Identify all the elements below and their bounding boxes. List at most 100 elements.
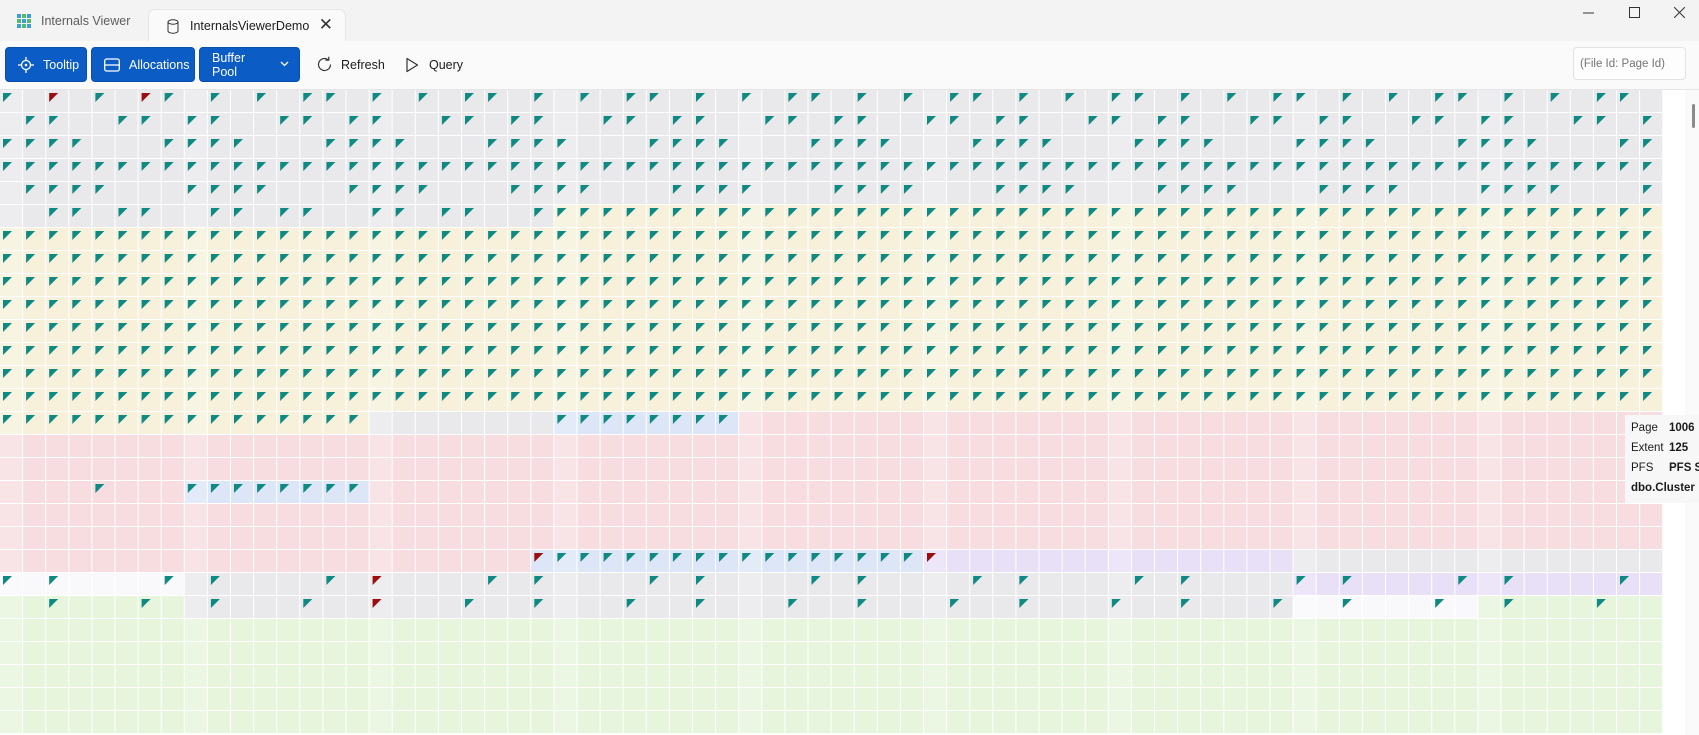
page-cell[interactable] <box>1640 688 1663 710</box>
page-cell[interactable] <box>1155 458 1178 480</box>
page-cell[interactable] <box>716 527 739 549</box>
page-cell[interactable] <box>1593 711 1616 733</box>
page-cell[interactable] <box>877 619 900 641</box>
page-cell[interactable] <box>415 205 438 227</box>
page-cell[interactable] <box>600 642 623 664</box>
page-cell[interactable] <box>1085 90 1108 112</box>
page-cell[interactable] <box>1293 642 1316 664</box>
page-cell[interactable] <box>1455 688 1478 710</box>
page-cell[interactable] <box>1547 665 1570 687</box>
page-cell[interactable] <box>1131 619 1154 641</box>
page-cell[interactable] <box>1108 665 1131 687</box>
page-cell[interactable] <box>300 504 323 526</box>
page-cell[interactable] <box>739 688 762 710</box>
page-cell[interactable] <box>438 435 461 457</box>
page-cell[interactable] <box>1640 550 1663 572</box>
page-grid[interactable] <box>0 90 1665 735</box>
page-cell[interactable] <box>716 573 739 595</box>
page-cell[interactable] <box>115 711 138 733</box>
page-cell[interactable] <box>184 435 207 457</box>
page-cell[interactable] <box>0 711 23 733</box>
page-cell[interactable] <box>1409 90 1432 112</box>
page-cell[interactable] <box>646 182 669 204</box>
page-cell[interactable] <box>947 458 970 480</box>
page-cell[interactable] <box>1478 435 1501 457</box>
page-cell[interactable] <box>1293 458 1316 480</box>
page-cell[interactable] <box>577 435 600 457</box>
page-cell[interactable] <box>1201 665 1224 687</box>
page-cell[interactable] <box>531 642 554 664</box>
page-cell[interactable] <box>1293 504 1316 526</box>
page-cell[interactable] <box>1640 619 1663 641</box>
page-cell[interactable] <box>23 711 46 733</box>
page-cell[interactable] <box>1270 136 1293 158</box>
page-cell[interactable] <box>392 113 415 135</box>
page-cell[interactable] <box>1409 435 1432 457</box>
page-cell[interactable] <box>623 527 646 549</box>
page-cell[interactable] <box>1201 481 1224 503</box>
page-cell[interactable] <box>1016 665 1039 687</box>
page-cell[interactable] <box>46 504 69 526</box>
page-cell[interactable] <box>1316 458 1339 480</box>
page-cell[interactable] <box>392 481 415 503</box>
allocation-map[interactable] <box>0 90 1699 735</box>
page-cell[interactable] <box>1178 504 1201 526</box>
page-cell[interactable] <box>669 596 692 618</box>
page-cell[interactable] <box>924 642 947 664</box>
page-cell[interactable] <box>1131 412 1154 434</box>
page-cell[interactable] <box>415 136 438 158</box>
page-cell[interactable] <box>1316 688 1339 710</box>
page-cell[interactable] <box>184 573 207 595</box>
page-cell[interactable] <box>1501 481 1524 503</box>
page-cell[interactable] <box>762 435 785 457</box>
page-cell[interactable] <box>254 527 277 549</box>
page-cell[interactable] <box>1640 596 1663 618</box>
page-cell[interactable] <box>1247 596 1270 618</box>
page-cell[interactable] <box>92 642 115 664</box>
page-cell[interactable] <box>300 550 323 572</box>
page-cell[interactable] <box>600 527 623 549</box>
page-cell[interactable] <box>346 642 369 664</box>
page-cell[interactable] <box>554 619 577 641</box>
page-cell[interactable] <box>1270 481 1293 503</box>
page-cell[interactable] <box>1178 688 1201 710</box>
page-cell[interactable] <box>69 481 92 503</box>
page-cell[interactable] <box>623 435 646 457</box>
page-cell[interactable] <box>693 504 716 526</box>
page-cell[interactable] <box>92 711 115 733</box>
page-cell[interactable] <box>69 688 92 710</box>
page-cell[interactable] <box>23 665 46 687</box>
page-cell[interactable] <box>1247 182 1270 204</box>
page-cell[interactable] <box>1593 665 1616 687</box>
page-cell[interactable] <box>69 573 92 595</box>
page-cell[interactable] <box>1409 596 1432 618</box>
page-cell[interactable] <box>970 435 993 457</box>
page-cell[interactable] <box>115 435 138 457</box>
page-cell[interactable] <box>739 113 762 135</box>
page-cell[interactable] <box>577 688 600 710</box>
page-cell[interactable] <box>485 527 508 549</box>
page-cell[interactable] <box>485 205 508 227</box>
page-cell[interactable] <box>1201 527 1224 549</box>
page-cell[interactable] <box>854 619 877 641</box>
page-cell[interactable] <box>1085 688 1108 710</box>
page-cell[interactable] <box>1409 458 1432 480</box>
page-cell[interactable] <box>854 642 877 664</box>
page-cell[interactable] <box>92 688 115 710</box>
page-cell[interactable] <box>1455 504 1478 526</box>
page-cell[interactable] <box>1524 481 1547 503</box>
page-cell[interactable] <box>1270 711 1293 733</box>
page-cell[interactable] <box>900 504 923 526</box>
page-cell[interactable] <box>1108 642 1131 664</box>
page-cell[interactable] <box>184 619 207 641</box>
page-cell[interactable] <box>1155 665 1178 687</box>
page-cell[interactable] <box>115 619 138 641</box>
page-cell[interactable] <box>1409 527 1432 549</box>
page-cell[interactable] <box>1270 619 1293 641</box>
page-cell[interactable] <box>0 205 23 227</box>
page-cell[interactable] <box>831 642 854 664</box>
page-cell[interactable] <box>254 113 277 135</box>
page-cell[interactable] <box>1316 435 1339 457</box>
page-cell[interactable] <box>1247 665 1270 687</box>
page-cell[interactable] <box>762 642 785 664</box>
